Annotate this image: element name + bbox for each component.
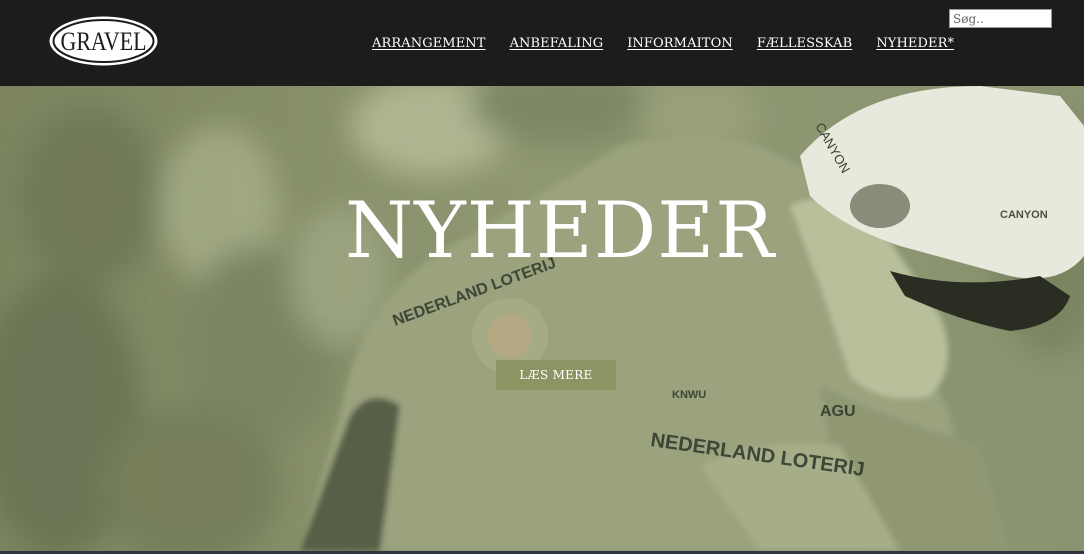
nav-item-nyheder[interactable]: NYHEDER* <box>876 35 954 53</box>
hero-banner: NEDERLAND LOTERIJ NEDERLAND LOTERIJ AGU … <box>0 86 1084 551</box>
nav-item-arrangement[interactable]: ARRANGEMENT <box>372 35 486 53</box>
logo-text: GRAVEL <box>61 27 147 56</box>
read-more-button[interactable]: LÆS MERE <box>496 360 616 390</box>
gravel-logo[interactable]: GRAVEL <box>48 15 159 67</box>
gravel-oval-logo-icon: GRAVEL <box>49 16 158 66</box>
search-input[interactable] <box>949 9 1052 28</box>
jersey-agu-text: AGU <box>820 403 856 420</box>
nav-item-anbefaling[interactable]: ANBEFALING <box>510 35 604 53</box>
nav-item-faellesskab[interactable]: FÆLLESSKAB <box>757 35 853 53</box>
nav-item-informaiton[interactable]: INFORMAITON <box>627 35 733 53</box>
cyclist-photo-image: NEDERLAND LOTERIJ NEDERLAND LOTERIJ AGU … <box>0 86 1084 551</box>
jersey-knwu-text: KNWU <box>672 389 706 401</box>
hero-title: NYHEDER <box>345 186 775 276</box>
main-nav: ARRANGEMENT ANBEFALING INFORMAITON FÆLLE… <box>372 35 954 53</box>
site-header: GRAVEL ARRANGEMENT ANBEFALING INFORMAITO… <box>0 0 1084 86</box>
